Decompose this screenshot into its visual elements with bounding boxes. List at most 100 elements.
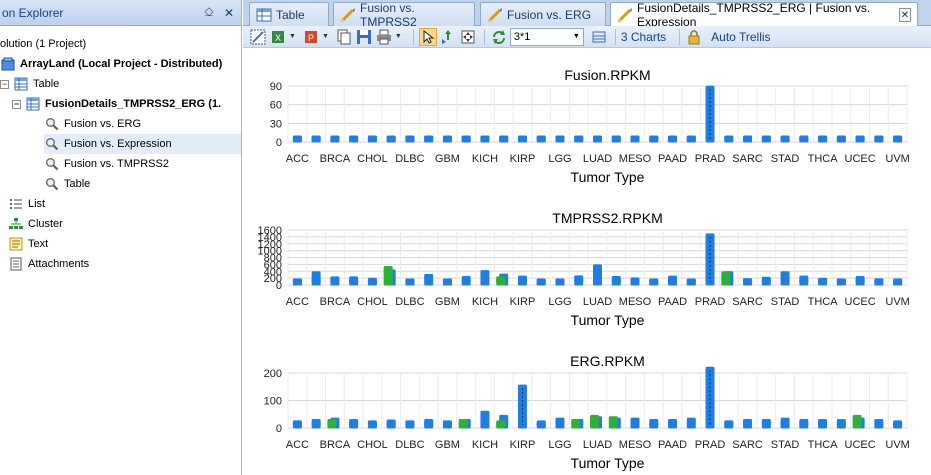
dropdown-arrow-icon[interactable]: ▼ bbox=[289, 33, 296, 40]
zoom-pan-icon[interactable] bbox=[439, 28, 457, 46]
data-point bbox=[743, 135, 753, 143]
collapse-icon[interactable]: − bbox=[12, 99, 21, 109]
tree-item-text[interactable]: Text bbox=[8, 234, 48, 254]
x-tick-label: THCA bbox=[808, 153, 839, 165]
x-tick-label: CHOL bbox=[357, 153, 388, 165]
tree-item-label: ArrayLand (Local Project - Distributed) bbox=[20, 58, 223, 70]
charts-count-button[interactable]: 3 Charts bbox=[621, 30, 666, 44]
x-tick-label: STAD bbox=[771, 153, 800, 165]
data-point bbox=[367, 420, 377, 428]
x-tick-label: UCEC bbox=[845, 153, 876, 165]
data-point bbox=[761, 135, 771, 143]
copy-icon[interactable] bbox=[335, 28, 353, 46]
y-tick-label: 0 bbox=[276, 423, 282, 435]
data-point bbox=[611, 276, 621, 283]
x-tick-label: KICH bbox=[472, 439, 498, 451]
x-tick-label: THCA bbox=[808, 296, 839, 308]
x-tick-label: PRAD bbox=[695, 296, 726, 308]
layout-grid-icon[interactable] bbox=[590, 28, 608, 46]
layout-combo[interactable]: 3*1 ▼ bbox=[509, 27, 584, 46]
dropdown-arrow-icon[interactable]: ▼ bbox=[395, 33, 402, 40]
pin-icon[interactable]: ⎐ bbox=[201, 5, 217, 21]
x-tick-label: ACC bbox=[286, 439, 309, 451]
data-point bbox=[349, 276, 359, 284]
x-tick-label: BRCA bbox=[320, 296, 351, 308]
data-point bbox=[780, 417, 790, 425]
chart-properties-icon[interactable] bbox=[249, 28, 267, 46]
data-point bbox=[686, 135, 696, 143]
close-panel-icon[interactable]: ✕ bbox=[221, 5, 237, 21]
close-tab-icon[interactable]: ✕ bbox=[898, 8, 911, 22]
data-point bbox=[593, 264, 602, 272]
tree-item-label: Fusion vs. ERG bbox=[64, 118, 142, 130]
data-point bbox=[649, 135, 659, 143]
project-icon bbox=[0, 56, 16, 72]
plot-frame bbox=[287, 85, 908, 143]
select-pointer-icon[interactable] bbox=[418, 27, 437, 46]
data-point bbox=[386, 419, 396, 427]
chart-pencil-icon bbox=[617, 7, 633, 23]
tree-item-cluster[interactable]: Cluster bbox=[8, 214, 63, 234]
x-tick-label: STAD bbox=[771, 296, 800, 308]
data-point bbox=[724, 420, 734, 428]
tree-item-solution[interactable]: olution (1 Project) bbox=[0, 34, 86, 54]
data-point bbox=[424, 419, 434, 426]
tree-item-label: Cluster bbox=[28, 218, 63, 230]
magnifier-icon bbox=[44, 176, 60, 192]
x-tick-label: BRCA bbox=[320, 153, 351, 165]
data-point bbox=[608, 416, 618, 424]
data-point bbox=[383, 266, 393, 274]
tab-label: Table bbox=[276, 7, 305, 22]
data-point bbox=[555, 135, 565, 143]
save-image-icon[interactable] bbox=[355, 28, 373, 46]
tree-item-list[interactable]: List bbox=[8, 194, 45, 214]
table-icon bbox=[25, 96, 41, 112]
y-tick-label: 100 bbox=[264, 396, 282, 408]
tree-item-table[interactable]: − Table bbox=[0, 74, 59, 94]
attachment-icon bbox=[8, 256, 24, 272]
data-point bbox=[799, 275, 809, 283]
data-point bbox=[405, 278, 415, 286]
data-point bbox=[311, 419, 321, 426]
dropdown-arrow-icon[interactable]: ▼ bbox=[322, 33, 329, 40]
excel-export-icon[interactable]: X bbox=[269, 28, 287, 46]
data-point bbox=[311, 135, 321, 143]
data-point bbox=[649, 419, 659, 426]
y-tick-label: 0 bbox=[276, 137, 282, 149]
tree-item-fusion-vs-tmprss2[interactable]: Fusion vs. TMPRSS2 bbox=[44, 154, 169, 174]
data-point bbox=[874, 278, 884, 286]
collapse-icon[interactable]: − bbox=[0, 79, 9, 89]
tree-item-fusiondetails[interactable]: − FusionDetails_TMPRSS2_ERG (1. bbox=[12, 94, 221, 114]
tab-fusion-vs-tmprss2[interactable]: Fusion vs. TMPRSS2 bbox=[333, 1, 475, 29]
fit-view-icon[interactable] bbox=[459, 28, 477, 46]
data-point bbox=[574, 275, 584, 283]
data-point bbox=[893, 420, 903, 428]
data-point bbox=[836, 135, 846, 143]
document-tab-strip: Table Fusion vs. TMPRSS2 Fusion vs. ERG … bbox=[243, 0, 931, 29]
data-point bbox=[743, 419, 753, 426]
refresh-icon[interactable] bbox=[490, 28, 508, 46]
data-point bbox=[349, 135, 359, 143]
tree-item-fusion-vs-expression[interactable]: Fusion vs. Expression bbox=[44, 134, 241, 154]
x-tick-label: SARC bbox=[732, 296, 763, 308]
magnifier-icon bbox=[44, 116, 60, 132]
data-point bbox=[458, 419, 468, 426]
chart-title: Fusion.RPKM bbox=[564, 67, 650, 83]
tab-fusion-vs-erg[interactable]: Fusion vs. ERG bbox=[480, 2, 606, 26]
data-point bbox=[852, 414, 862, 422]
tree-item-fusion-vs-erg[interactable]: Fusion vs. ERG bbox=[44, 114, 141, 134]
tree-item-table-view[interactable]: Table bbox=[44, 174, 90, 194]
print-icon[interactable] bbox=[375, 28, 393, 46]
data-point bbox=[517, 135, 527, 143]
tab-table[interactable]: Table bbox=[249, 2, 329, 26]
x-tick-label: SARC bbox=[732, 153, 763, 165]
tree-item-project[interactable]: ArrayLand (Local Project - Distributed) bbox=[0, 54, 222, 74]
auto-trellis-button[interactable]: Auto Trellis bbox=[711, 30, 770, 44]
lock-icon[interactable] bbox=[685, 28, 703, 46]
tree-item-attachments[interactable]: Attachments bbox=[8, 254, 89, 274]
tab-fusion-vs-expression[interactable]: FusionDetails_TMPRSS2_ERG | Fusion vs. E… bbox=[610, 1, 918, 29]
solution-explorer-panel: on Explorer ⎐ ✕ olution (1 Project) Arra… bbox=[0, 0, 242, 475]
x-tick-label: LUAD bbox=[583, 153, 612, 165]
powerpoint-export-icon[interactable]: P bbox=[302, 28, 320, 46]
tree-item-label: olution (1 Project) bbox=[0, 38, 87, 50]
